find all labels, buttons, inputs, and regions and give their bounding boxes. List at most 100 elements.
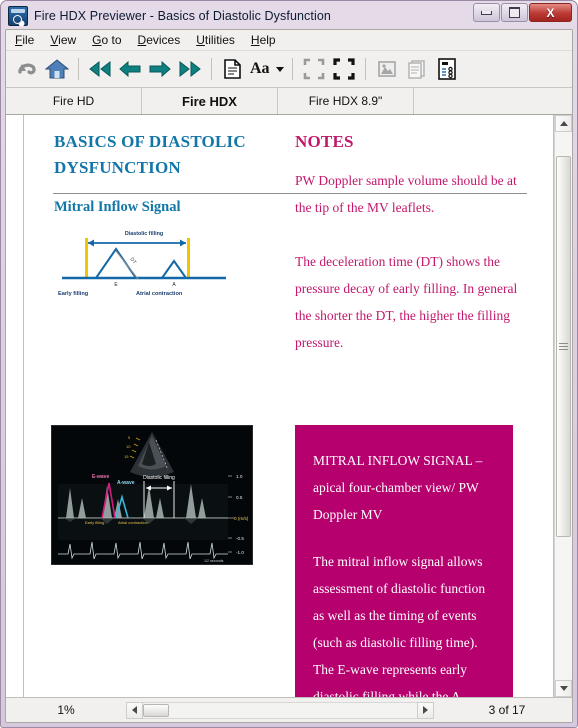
image-icon <box>377 61 396 77</box>
fit-width-button[interactable] <box>329 54 359 84</box>
back-undo-button[interactable] <box>12 54 42 84</box>
horizontal-scrollbar[interactable] <box>126 701 434 719</box>
note-paragraph: The deceleration time (DT) shows the pre… <box>295 254 518 350</box>
scroll-left-button[interactable] <box>126 701 143 719</box>
chevron-right-icon <box>423 706 428 714</box>
window-controls: X <box>472 3 572 22</box>
echo-scale-0: 0 (m/s) <box>234 516 249 521</box>
menu-item-help[interactable]: Help <box>251 33 276 47</box>
menu-label: elp <box>259 33 276 47</box>
log-report-icon <box>437 58 456 80</box>
scroll-right-button[interactable] <box>417 701 434 719</box>
mitral-inflow-wave-diagram: Diastolic filling DT E A Early filling A… <box>54 226 234 303</box>
page-layout-button[interactable] <box>218 54 248 84</box>
font-size-button[interactable]: Aa <box>248 60 286 78</box>
note-paragraph: PW Doppler sample volume should be at th… <box>295 173 517 215</box>
right-column: NOTES PW Doppler sample volume should be… <box>295 115 533 697</box>
echo-label-e-wave: E-wave <box>92 474 109 480</box>
echo-scale-1: 1.0 <box>236 474 243 479</box>
toolbar-separator <box>291 58 293 80</box>
vertical-scroll-track[interactable] <box>555 132 572 680</box>
minimize-icon <box>481 10 492 15</box>
status-bar: 1% 3 of 17 <box>6 697 572 722</box>
previewer-app-icon <box>8 5 28 26</box>
menu-accel: U <box>196 33 205 47</box>
scroll-down-button[interactable] <box>555 680 572 697</box>
left-column: BASICS OF DIASTOLIC DYSFUNCTION Mitral I… <box>54 115 269 303</box>
chevron-down-icon <box>559 686 568 691</box>
menu-label: iew <box>58 33 77 47</box>
diagram-label-e: E <box>114 282 118 288</box>
echocardiogram-doppler-image: 5 10 15 E-wave A-wave Early filling Atri… <box>51 425 253 565</box>
menu-accel: D <box>137 33 147 47</box>
close-button[interactable]: X <box>529 3 572 22</box>
vertical-scroll-thumb[interactable] <box>556 156 571 537</box>
menu-item-devices[interactable]: Devices <box>138 33 181 47</box>
minimize-button[interactable] <box>473 3 500 22</box>
last-page-button[interactable] <box>175 54 205 84</box>
text-pages-icon <box>407 60 425 79</box>
mitral-inflow-callout: MITRAL INFLOW SIGNAL – apical four-chamb… <box>295 425 513 697</box>
horizontal-scroll-thumb[interactable] <box>143 703 169 717</box>
menu-item-file[interactable]: File <box>15 33 34 47</box>
document-viewport: BASICS OF DIASTOLIC DYSFUNCTION Mitral I… <box>6 115 572 697</box>
maximize-button[interactable] <box>501 3 528 22</box>
diagram-label-a: A <box>172 282 176 288</box>
callout-body: The mitral inflow signal allows assessme… <box>313 554 486 697</box>
fit-width-icon <box>332 58 355 80</box>
echo-label-atrial-contraction: Atrial contraction <box>118 520 148 525</box>
home-icon <box>45 59 69 79</box>
scroll-grip-icon <box>559 341 568 352</box>
fit-page-icon <box>303 58 324 80</box>
zoom-level-label: 1% <box>57 703 75 717</box>
horizontal-scroll-track[interactable] <box>143 701 417 719</box>
images-button[interactable] <box>372 54 402 84</box>
menu-label: ile <box>22 33 35 47</box>
menu-bar: File View Go to Devices Utilities Help <box>6 30 572 51</box>
toolbar-separator <box>78 58 79 80</box>
menu-item-utilities[interactable]: Utilities <box>196 33 235 47</box>
callout-heading: MITRAL INFLOW SIGNAL – apical four-chamb… <box>313 453 483 522</box>
vertical-scrollbar[interactable] <box>554 115 572 697</box>
echo-label-early-filling: Early filling <box>85 520 104 525</box>
chevron-down-icon <box>275 66 284 72</box>
window-title: Fire HDX Previewer - Basics of Diastolic… <box>34 8 331 23</box>
echo-scale-neg05: -0.5 <box>236 536 244 541</box>
toolbar: Aa <box>6 51 572 88</box>
client-area: File View Go to Devices Utilities Help A… <box>5 29 573 723</box>
menu-accel: H <box>250 33 260 47</box>
diagram-label-early-filling: Early filling <box>58 291 89 297</box>
svg-text:15: 15 <box>124 454 129 459</box>
arrow-left-icon <box>119 60 141 78</box>
echo-footer-label: 1/2 seconds <box>204 559 224 563</box>
skip-back-icon <box>89 60 111 78</box>
menu-item-goto[interactable]: Go to <box>92 33 121 47</box>
menu-label: tilities <box>204 33 235 47</box>
toolbar-separator <box>364 58 366 80</box>
diagram-label-atrial-contraction: Atrial contraction <box>136 291 183 297</box>
text-button[interactable] <box>402 54 432 84</box>
first-page-button[interactable] <box>85 54 115 84</box>
fit-page-button[interactable] <box>299 54 329 84</box>
tab-fire-hd[interactable]: Fire HD <box>6 88 142 114</box>
next-page-button[interactable] <box>145 54 175 84</box>
device-tab-bar: Fire HD Fire HDX Fire HDX 8.9" <box>6 88 572 115</box>
maximize-icon <box>509 7 520 18</box>
menu-label: o to <box>101 33 122 47</box>
scroll-up-button[interactable] <box>555 115 572 132</box>
menu-item-view[interactable]: View <box>50 33 76 47</box>
echo-label-diastolic-filling: Diastolic filling <box>143 475 175 481</box>
tab-bar-filler <box>414 88 572 114</box>
tab-fire-hdx-89[interactable]: Fire HDX 8.9" <box>278 88 414 114</box>
tab-fire-hdx[interactable]: Fire HDX <box>142 88 278 114</box>
home-button[interactable] <box>42 54 72 84</box>
echo-scale-neg1: -1.0 <box>236 550 244 555</box>
previous-page-button[interactable] <box>115 54 145 84</box>
svg-text:10: 10 <box>126 444 131 449</box>
application-window: Fire HDX Previewer - Basics of Diastolic… <box>0 0 578 728</box>
diagram-label-dt: DT <box>128 257 137 266</box>
menu-label: evices <box>146 33 181 47</box>
menu-accel: V <box>50 33 59 47</box>
log-button[interactable] <box>432 54 462 84</box>
page-indicator-label: 3 of 17 <box>488 703 526 717</box>
